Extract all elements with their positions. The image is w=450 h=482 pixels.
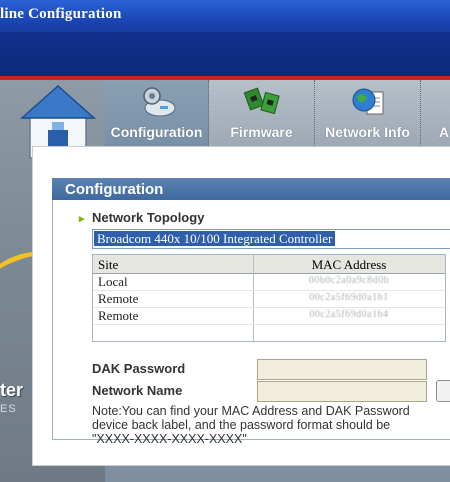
header-banner: [0, 32, 450, 76]
table-row[interactable]: Remote 00c2a5f69d0a1b1: [93, 291, 445, 308]
partial-button[interactable]: [436, 380, 450, 402]
topology-table: Site MAC Address Local 00b0c2a0a9c8d0b R…: [92, 254, 446, 342]
configuration-box-header: Configuration: [52, 178, 450, 200]
column-header-mac[interactable]: MAC Address: [253, 257, 445, 273]
network-topology-label: Network Topology: [92, 210, 205, 225]
help-note: Note:You can find your MAC Address and D…: [92, 404, 450, 446]
tab-firmware[interactable]: Firmware: [209, 80, 315, 146]
table-header: Site MAC Address: [93, 255, 445, 274]
row-mac: 00c2a5f69d0a1b1: [309, 292, 389, 303]
table-row[interactable]: Local 00b0c2a0a9c8d0b: [93, 274, 445, 291]
adapter-list-selected-item[interactable]: Broadcom 440x 10/100 Integrated Controll…: [94, 231, 336, 246]
column-header-site[interactable]: Site: [98, 257, 118, 273]
dak-password-input[interactable]: [257, 359, 427, 380]
tab-configuration-label: Configuration: [110, 124, 203, 140]
tab-partial[interactable]: A: [421, 80, 450, 146]
tab-network-info[interactable]: Network Info: [315, 80, 421, 146]
network-name-label: Network Name: [92, 383, 183, 398]
brand-subtext: ES: [0, 403, 17, 415]
row-site: Remote: [98, 291, 139, 306]
row-site: Local: [98, 274, 128, 289]
configuration-box-title: Configuration: [65, 181, 164, 198]
help-note-line: "XXXX-XXXX-XXXX-XXXX": [92, 432, 247, 446]
dak-password-label: DAK Password: [92, 361, 186, 376]
row-mac: 00c2a5f69d0a1b4: [309, 309, 389, 320]
row-site: Remote: [98, 308, 139, 323]
table-row[interactable]: Remote 00c2a5f69d0a1b4: [93, 308, 445, 325]
help-note-line: Note:You can find your MAC Address and D…: [92, 404, 410, 418]
window-titlebar[interactable]: line Configuration: [0, 0, 450, 32]
row-mac: 00b0c2a0a9c8d0b: [308, 275, 390, 286]
adapter-list[interactable]: Broadcom 440x 10/100 Integrated Controll…: [92, 229, 450, 249]
chips-icon: [243, 87, 280, 115]
bullet-arrow-icon: ▸: [79, 213, 85, 225]
window-title: line Configuration: [0, 6, 122, 22]
main-toolbar: Configuration Firmware Network Info A: [105, 80, 450, 146]
globe-document-icon: [352, 88, 383, 115]
network-name-input[interactable]: [257, 381, 427, 402]
tab-configuration[interactable]: Configuration: [105, 80, 209, 146]
gear-disk-icon: [142, 87, 175, 117]
help-note-line: device back label, and the password form…: [92, 418, 391, 432]
tab-partial-label: A: [439, 124, 450, 140]
brand-text: ter: [0, 380, 24, 400]
tab-firmware-label: Firmware: [230, 124, 293, 140]
tab-network-info-label: Network Info: [325, 124, 410, 140]
